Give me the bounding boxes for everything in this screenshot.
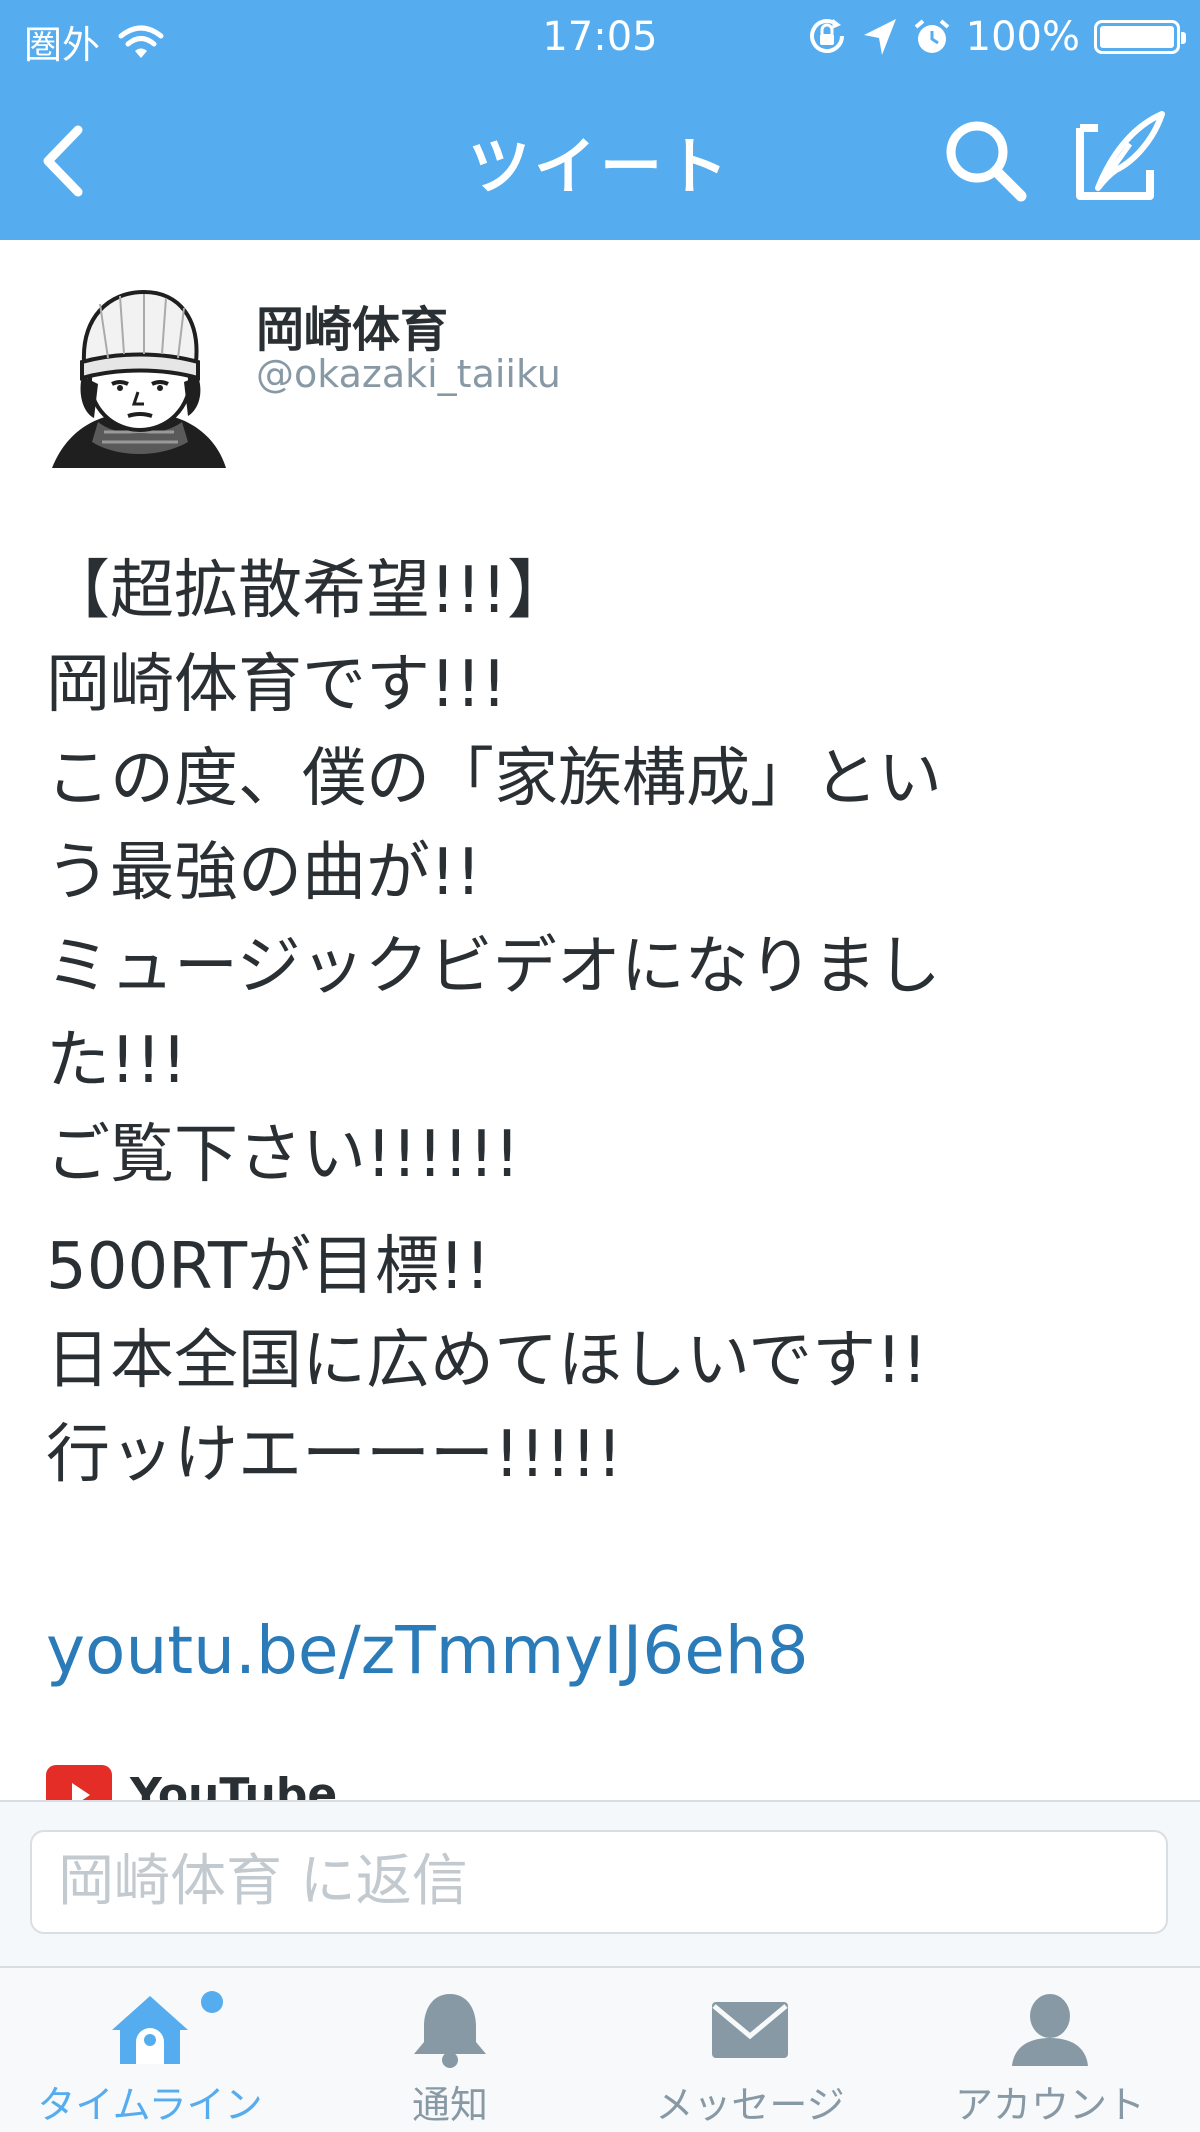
battery-percent: 100% bbox=[965, 14, 1080, 60]
avatar[interactable] bbox=[48, 282, 230, 472]
alarm-icon bbox=[914, 19, 949, 53]
tab-bar: タイムライン 通知 メッセージ アカウント bbox=[0, 1966, 1200, 2132]
bell-icon bbox=[414, 1994, 486, 2068]
user-handle[interactable]: @okazaki_taiiku bbox=[256, 352, 561, 396]
reply-bar: 岡崎体育 に返信 bbox=[0, 1800, 1200, 1968]
location-icon bbox=[863, 19, 896, 55]
search-button[interactable] bbox=[935, 110, 1035, 210]
compose-button[interactable] bbox=[1070, 108, 1170, 208]
youtube-logo-icon bbox=[46, 1765, 112, 1805]
tweet-text: 【超拡散希望!!!】 岡崎体育です!!! この度、僕の「家族構成」とい う最強の… bbox=[46, 544, 1156, 1520]
youtube-card[interactable]: YouTube bbox=[46, 1765, 546, 1805]
user-name[interactable]: 岡崎体育 bbox=[256, 290, 448, 360]
tab-timeline[interactable]: タイムライン bbox=[0, 1968, 300, 2132]
tab-label: アカウント bbox=[954, 2083, 1145, 2127]
battery-icon bbox=[1094, 20, 1186, 54]
status-bar: 圏外 17:05 100% bbox=[0, 0, 1200, 80]
tweet-link[interactable]: youtu.be/zTmmyIJ6eh8 bbox=[46, 1612, 809, 1689]
tweet-paragraph: 500RTが目標!! 日本全国に広めてほしいです!! 行ッけエーーー!!!!! bbox=[46, 1230, 928, 1492]
envelope-icon bbox=[712, 2002, 788, 2058]
tab-label: 通知 bbox=[411, 2083, 488, 2127]
tab-notifications[interactable]: 通知 bbox=[300, 1968, 600, 2132]
nav-bar: ツイート bbox=[0, 80, 1200, 240]
status-right: 100% bbox=[806, 14, 1186, 60]
tab-label: メッセージ bbox=[655, 2083, 845, 2127]
person-icon bbox=[1012, 1994, 1088, 2066]
home-icon bbox=[112, 1991, 223, 2064]
tab-label: タイムライン bbox=[37, 2083, 263, 2127]
reply-input[interactable]: 岡崎体育 に返信 bbox=[30, 1830, 1168, 1934]
rotation-lock-icon bbox=[809, 19, 844, 53]
tab-messages[interactable]: メッセージ bbox=[600, 1968, 900, 2132]
tweet-paragraph: 【超拡散希望!!!】 岡崎体育です!!! この度、僕の「家族構成」とい う最強の… bbox=[46, 554, 942, 1192]
tab-account[interactable]: アカウント bbox=[900, 1968, 1200, 2132]
